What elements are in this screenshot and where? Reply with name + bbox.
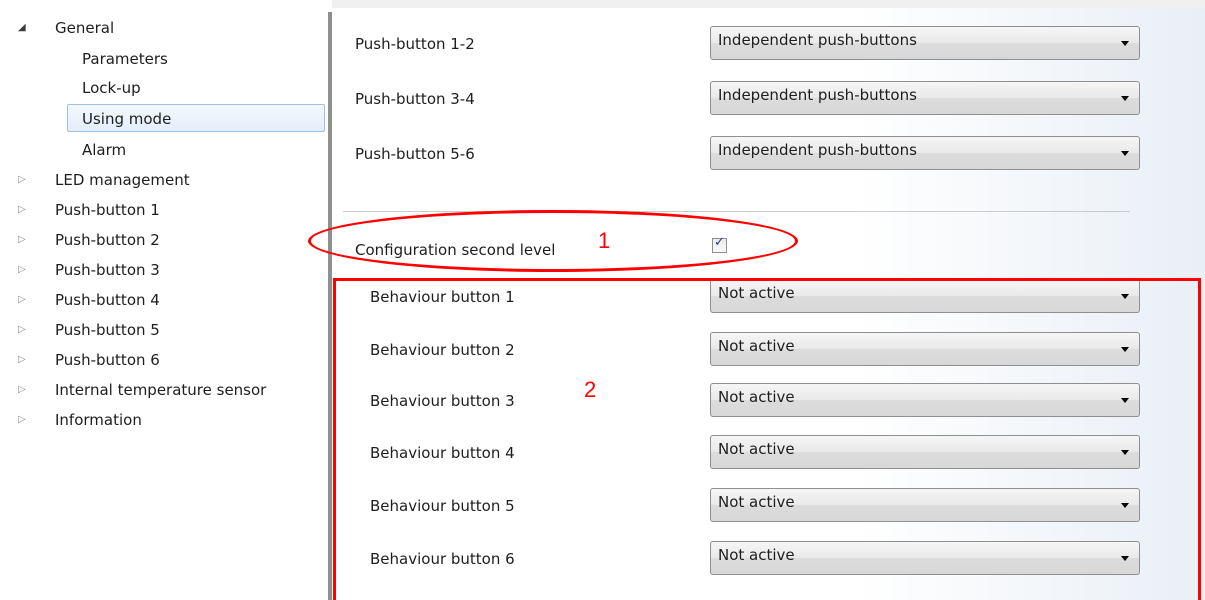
chevron-down-icon	[1121, 96, 1129, 101]
tree-item-label: Alarm	[82, 141, 127, 159]
tree-item-information[interactable]: ▷ Information	[18, 407, 318, 433]
tree-item-push-button-5[interactable]: ▷ Push-button 5	[18, 317, 318, 343]
param-label-push-button-5-6: Push-button 5-6	[355, 145, 475, 163]
tree-collapsed-arrow-icon[interactable]: ▷	[18, 167, 26, 193]
tree-collapsed-arrow-icon[interactable]: ▷	[18, 287, 26, 313]
combo-push-button-3-4[interactable]: Independent push-buttons	[710, 81, 1140, 115]
parameter-tree: ◢ General Parameters Lock-up Using mode …	[0, 0, 328, 600]
tree-item-label: Parameters	[82, 50, 168, 68]
tree-item-label: General	[55, 19, 115, 37]
tree-item-label: Using mode	[82, 110, 172, 128]
chevron-down-icon	[1121, 151, 1129, 156]
tree-item-led-management[interactable]: ▷ LED management	[18, 167, 318, 193]
tree-item-using-mode[interactable]: Using mode	[67, 104, 325, 132]
tree-collapsed-arrow-icon[interactable]: ▷	[18, 257, 26, 283]
tree-item-label: Push-button 3	[55, 261, 160, 279]
tree-item-label: Push-button 4	[55, 291, 160, 309]
tree-item-general[interactable]: ◢ General	[18, 15, 318, 41]
tree-item-push-button-1[interactable]: ▷ Push-button 1	[18, 197, 318, 223]
combo-push-button-5-6[interactable]: Independent push-buttons	[710, 136, 1140, 170]
param-label-push-button-1-2: Push-button 1-2	[355, 35, 475, 53]
param-label-push-button-3-4: Push-button 3-4	[355, 90, 475, 108]
annotation-marker-2: 2	[584, 377, 597, 402]
tree-item-label: Push-button 1	[55, 201, 160, 219]
combo-value: Independent push-buttons	[718, 141, 917, 159]
tree-item-label: LED management	[55, 171, 190, 189]
tree-item-push-button-6[interactable]: ▷ Push-button 6	[18, 347, 318, 373]
tree-item-push-button-3[interactable]: ▷ Push-button 3	[18, 257, 318, 283]
tree-item-parameters[interactable]: Parameters	[82, 46, 322, 72]
application-window: ◢ General Parameters Lock-up Using mode …	[0, 0, 1205, 600]
tree-item-push-button-2[interactable]: ▷ Push-button 2	[18, 227, 318, 253]
tree-expanded-arrow-icon[interactable]: ◢	[18, 15, 26, 41]
tree-item-label: Push-button 5	[55, 321, 160, 339]
tree-collapsed-arrow-icon[interactable]: ▷	[18, 377, 26, 403]
combo-value: Independent push-buttons	[718, 86, 917, 104]
tree-item-alarm[interactable]: Alarm	[82, 137, 322, 163]
annotation-ellipse	[308, 210, 798, 272]
tree-item-internal-temperature-sensor[interactable]: ▷ Internal temperature sensor	[18, 377, 318, 403]
tree-collapsed-arrow-icon[interactable]: ▷	[18, 227, 26, 253]
tree-item-label: Lock-up	[82, 79, 141, 97]
annotation-rectangle	[333, 278, 1201, 600]
tree-item-label: Push-button 2	[55, 231, 160, 249]
tree-collapsed-arrow-icon[interactable]: ▷	[18, 317, 26, 343]
tree-collapsed-arrow-icon[interactable]: ▷	[18, 197, 26, 223]
tree-item-label: Push-button 6	[55, 351, 160, 369]
panel-top-edge	[332, 0, 1205, 8]
tree-item-label: Internal temperature sensor	[55, 381, 267, 399]
tree-item-lock-up[interactable]: Lock-up	[82, 75, 322, 101]
tree-item-label: Information	[55, 411, 142, 429]
combo-value: Independent push-buttons	[718, 31, 917, 49]
annotation-marker-1: 1	[598, 228, 611, 253]
tree-collapsed-arrow-icon[interactable]: ▷	[18, 407, 26, 433]
tree-collapsed-arrow-icon[interactable]: ▷	[18, 347, 26, 373]
combo-push-button-1-2[interactable]: Independent push-buttons	[710, 26, 1140, 60]
chevron-down-icon	[1121, 41, 1129, 46]
tree-item-push-button-4[interactable]: ▷ Push-button 4	[18, 287, 318, 313]
